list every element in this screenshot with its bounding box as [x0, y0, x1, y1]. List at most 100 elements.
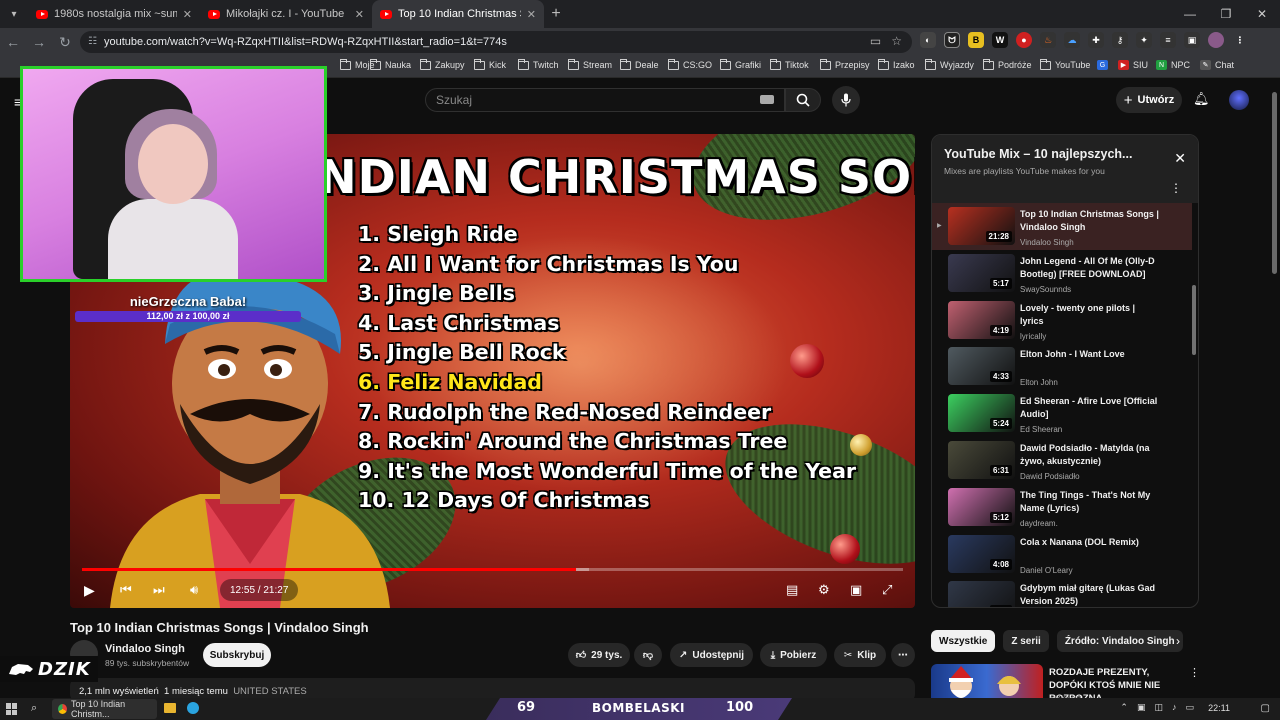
- bookmark-folder[interactable]: Deale: [620, 58, 659, 70]
- bookmark-folder[interactable]: YouTube: [1040, 58, 1090, 70]
- bookmark-folder[interactable]: Stream: [568, 58, 612, 70]
- bookmark-folder[interactable]: Grafiki: [720, 58, 761, 70]
- browser-tab-active[interactable]: Top 10 Indian Christmas Songs ✕: [372, 0, 544, 28]
- playlist-item[interactable]: 4:33 Elton John - I Want Love Elton John: [932, 343, 1192, 390]
- playlist-thumbnail[interactable]: 5:17: [948, 253, 1015, 292]
- playlist-item[interactable]: 6:31 Dawid Podsiadło - Matylda (na żywo, …: [932, 437, 1192, 484]
- playlist-item[interactable]: 4:19 Lovely - twenty one pilots | lyrics l…: [932, 297, 1192, 344]
- puzzle-icon[interactable]: ✚: [1088, 32, 1104, 48]
- miniplayer-icon[interactable]: ▣: [850, 582, 862, 598]
- chip-from-series[interactable]: Z serii: [1003, 630, 1049, 652]
- search-icon[interactable]: ⌕: [31, 702, 37, 715]
- close-icon[interactable]: ✕: [1174, 150, 1186, 167]
- file-explorer-icon[interactable]: [164, 703, 176, 713]
- more-options-icon[interactable]: ⋮: [1189, 666, 1200, 679]
- extension-icon[interactable]: ♨: [1040, 32, 1056, 48]
- close-window-button[interactable]: ✕: [1244, 7, 1280, 21]
- share-button[interactable]: ↗ Udostępnij: [670, 643, 753, 667]
- bookmark-star-icon[interactable]: ☆: [891, 34, 902, 48]
- playlist-thumbnail[interactable]: 4:19: [948, 300, 1015, 339]
- key-icon[interactable]: ⚷: [1112, 32, 1128, 48]
- playlist-scrollbar[interactable]: [1192, 285, 1196, 355]
- chip-from-channel[interactable]: Źródło: Vindaloo Singh: [1056, 630, 1183, 652]
- browser-tab-1[interactable]: 1980s nostalgia mix ~summer v ✕: [28, 0, 200, 28]
- bookmark-folder[interactable]: Wyjazdy: [925, 58, 974, 70]
- bookmark-folder[interactable]: Tiktok: [770, 58, 809, 70]
- close-icon[interactable]: ✕: [355, 8, 364, 21]
- more-actions-button[interactable]: ⋯: [891, 643, 915, 667]
- subscribe-button[interactable]: Subskrybuj: [203, 643, 271, 667]
- playlist-item[interactable]: 5:24 Ed Sheeran - Afire Love [Official Au…: [932, 390, 1192, 437]
- previous-icon[interactable]: ⏮: [120, 582, 132, 598]
- playlist-item[interactable]: 5:12 The Ting Tings - That's Not My Name …: [932, 484, 1192, 531]
- bookmark-folder[interactable]: Podróże: [983, 58, 1032, 70]
- bookmark-link[interactable]: ✎ Chat: [1200, 60, 1234, 70]
- tray-app-icon[interactable]: ▣: [1137, 702, 1146, 713]
- start-menu-icon[interactable]: [6, 703, 18, 715]
- playlist-item[interactable]: 4:08 Cola x Nanana (DOL Remix) Daniel O'Le…: [932, 531, 1192, 578]
- more-options-icon[interactable]: ⋮: [1170, 181, 1182, 195]
- playlist-item-current[interactable]: ▶ 21:28 Top 10 Indian Christmas Songs | Vi…: [932, 203, 1192, 250]
- playlist-thumbnail[interactable]: 4:33: [948, 347, 1015, 386]
- play-icon[interactable]: ▶: [84, 582, 95, 599]
- bookmark-folder[interactable]: Nauka: [370, 58, 411, 70]
- voice-search-button[interactable]: [832, 86, 860, 114]
- chip-all[interactable]: Wszystkie: [931, 630, 996, 652]
- minimize-button[interactable]: —: [1172, 7, 1208, 21]
- extension-icon[interactable]: ☁: [1064, 32, 1080, 48]
- back-button[interactable]: ←: [0, 34, 26, 50]
- network-icon[interactable]: ◫: [1154, 702, 1163, 713]
- bookmark-folder[interactable]: Przepisy: [820, 58, 870, 70]
- volume-icon[interactable]: 🔊︎: [190, 582, 198, 598]
- extension-icon[interactable]: B: [968, 32, 984, 48]
- new-tab-button[interactable]: +: [544, 5, 568, 23]
- extension-icon[interactable]: ᗢ: [944, 32, 960, 48]
- cast-icon[interactable]: ▭: [870, 34, 881, 48]
- extension-icon[interactable]: W: [992, 32, 1008, 48]
- search-input[interactable]: Szukaj: [425, 88, 785, 112]
- bookmark-link[interactable]: N NPC: [1156, 60, 1190, 70]
- browser-menu-icon[interactable]: ⋮: [1232, 32, 1248, 48]
- bookmark-folder[interactable]: Zakupy: [420, 58, 465, 70]
- bookmark-link[interactable]: G: [1097, 60, 1108, 70]
- bookmark-folder[interactable]: Twitch: [518, 58, 559, 70]
- channel-name[interactable]: Vindaloo Singh: [105, 643, 185, 655]
- clip-button[interactable]: ✂ Klip: [834, 643, 886, 667]
- close-icon[interactable]: ✕: [527, 8, 536, 21]
- extension-icon[interactable]: ◐: [920, 32, 936, 48]
- forward-button[interactable]: →: [26, 34, 52, 50]
- reload-button[interactable]: ↻: [52, 34, 78, 51]
- restore-button[interactable]: ❐: [1208, 7, 1244, 21]
- playlist-title[interactable]: YouTube Mix – 10 najlepszych...: [944, 147, 1186, 161]
- telegram-icon[interactable]: [187, 702, 199, 714]
- notifications-bell-icon[interactable]: 🔔︎: [1193, 91, 1210, 107]
- playlist-thumbnail[interactable]: 6:31: [948, 440, 1015, 479]
- playlist-thumbnail[interactable]: 3:30: [948, 581, 1015, 607]
- chevron-right-icon[interactable]: ›: [1176, 634, 1180, 648]
- like-button[interactable]: 👍︎ 29 tys.: [568, 643, 630, 667]
- playlist-thumbnail[interactable]: 21:28: [948, 207, 1015, 245]
- profile-avatar[interactable]: [1208, 32, 1224, 48]
- playlist-thumbnail[interactable]: 5:24: [948, 394, 1015, 433]
- bookmark-link[interactable]: ▶ SIU: [1118, 60, 1148, 70]
- bookmark-folder[interactable]: CS:GO: [668, 58, 712, 70]
- close-icon[interactable]: ✕: [183, 8, 192, 21]
- tab-list-icon[interactable]: ≡: [1160, 32, 1176, 48]
- extension-icon[interactable]: ●: [1016, 32, 1032, 48]
- notifications-icon[interactable]: ▢: [1261, 703, 1270, 714]
- star-icon[interactable]: ✦: [1136, 32, 1152, 48]
- video-progress-bar[interactable]: [82, 568, 903, 571]
- playlist-thumbnail[interactable]: 5:12: [948, 487, 1015, 526]
- dislike-button[interactable]: 👎︎: [634, 643, 662, 667]
- sidebar-icon[interactable]: ▣: [1184, 32, 1200, 48]
- clock[interactable]: 22:11: [1208, 703, 1230, 713]
- site-info-icon[interactable]: ☷: [88, 36, 97, 47]
- browser-tab-2[interactable]: Mikołajki cz. I - YouTube ✕: [200, 0, 372, 28]
- url-bar[interactable]: ☷ youtube.com/watch?v=Wq-RZqxHTII&list=R…: [80, 31, 912, 53]
- download-button[interactable]: ⤓ Pobierz: [760, 643, 827, 667]
- next-icon[interactable]: ⏭: [153, 582, 165, 598]
- taskbar-chrome-app[interactable]: Top 10 Indian Christm...: [52, 699, 157, 719]
- bookmark-folder[interactable]: Izako: [878, 58, 915, 70]
- playlist-thumbnail[interactable]: 4:08: [948, 534, 1015, 573]
- fullscreen-icon[interactable]: ⤢: [882, 582, 892, 598]
